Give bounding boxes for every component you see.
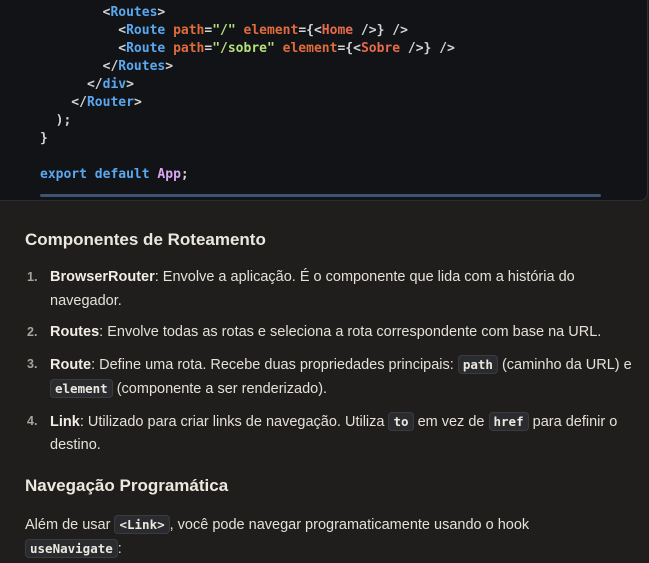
inline-code: element [50, 379, 113, 398]
code-token: />} /> [353, 23, 408, 38]
code-line: ); [40, 112, 455, 130]
list-number: 1. [27, 270, 38, 284]
code-line: <Route path="/" element={<Home />} /> [40, 22, 455, 40]
code-token: Routes [110, 5, 158, 20]
code-token: element [243, 23, 299, 38]
text-run: : Envolve todas as rotas e seleciona a r… [99, 324, 602, 340]
programmatic-navigation-paragraph: Além de usar <Link>, você pode navegar p… [25, 513, 625, 561]
code-token: ); [40, 113, 72, 128]
code-token: Sobre [360, 41, 401, 56]
list-item: 3. Route: Define uma rota. Recebe duas pr… [25, 353, 649, 402]
code-token: > [157, 5, 166, 20]
text-run: (componente a ser renderizado). [112, 381, 328, 397]
code-token: < [40, 5, 111, 20]
code-line: } [40, 130, 455, 148]
code-token: < [40, 41, 127, 56]
code-token: div [102, 77, 127, 92]
list-item: 1. BrowserRouter: Envolve a aplicação. É … [25, 266, 649, 313]
code-token: ={< [298, 23, 322, 38]
code-line: </Router> [40, 94, 455, 112]
section-heading-programmatic-navigation: Navegação Programática [25, 476, 229, 495]
term-label: Route [50, 356, 92, 373]
section-heading-routing-components: Componentes de Roteamento [25, 230, 266, 249]
text-run: (caminho da URL) e [497, 356, 632, 373]
text-run: : Utilizado para criar links de navegaçã… [79, 413, 389, 430]
code-token: export [40, 167, 87, 182]
text-run: : [117, 541, 122, 557]
code-token: </ [40, 77, 103, 92]
code-token: </ [40, 59, 119, 74]
code-token: Routes [118, 59, 166, 74]
code-token: Route [126, 41, 166, 56]
code-token: path [173, 41, 205, 56]
code-line: <Routes> [40, 4, 455, 22]
term-label: BrowserRouter [50, 269, 155, 285]
code-token: App [157, 167, 181, 182]
inline-code: <Link> [114, 515, 170, 534]
code-block: <Routes> <Route path="/" element={<Home … [0, 0, 648, 201]
text-run: em vez de [413, 413, 489, 430]
code-token: </ [40, 95, 87, 110]
code-token: > [133, 95, 142, 110]
list-number: 3. [27, 356, 38, 371]
code-token: Router [86, 95, 134, 110]
code-line: </Routes> [40, 58, 455, 76]
code-line: export default App; [40, 166, 455, 184]
code-token: element [282, 41, 338, 56]
code-line: </div> [40, 76, 455, 94]
list-number: 2. [27, 325, 38, 339]
term-label: Routes [50, 324, 100, 340]
code-token: "/" [212, 23, 236, 38]
code-token: />} /> [400, 41, 455, 56]
code-token: > [165, 59, 174, 74]
code-token: Route [126, 23, 166, 38]
code-token: default [94, 167, 150, 182]
code-token: ; [180, 167, 189, 182]
inline-code: useNavigate [25, 539, 118, 558]
code-line: <Route path="/sobre" element={<Sobre />}… [40, 40, 455, 58]
inline-code: path [457, 354, 498, 374]
text-run: : Define uma rota. Recebe duas proprieda… [91, 356, 458, 373]
code-token: } [40, 131, 48, 146]
routing-components-list: 1. BrowserRouter: Envolve a aplicação. É … [25, 266, 649, 466]
term-label: Link [50, 413, 80, 430]
code-token: > [126, 77, 134, 92]
code-content: <Routes> <Route path="/" element={<Home … [40, 4, 455, 184]
text-run: Além de usar [25, 517, 115, 533]
list-item: 2. Routes: Envolve todas as rotas e selec… [25, 321, 649, 345]
code-token: ={< [337, 41, 361, 56]
code-token: < [40, 23, 127, 38]
code-horizontal-scrollbar[interactable] [40, 194, 601, 197]
text-run: , você pode navegar programaticamente us… [169, 517, 530, 533]
code-token: Home [321, 23, 354, 38]
inline-code: href [488, 411, 529, 431]
code-token: path [173, 23, 205, 38]
list-item: 4. Link: Utilizado para criar links de na… [25, 410, 649, 458]
code-token: "/sobre" [212, 41, 275, 56]
inline-code: to [388, 411, 414, 431]
list-number: 4. [27, 413, 38, 428]
